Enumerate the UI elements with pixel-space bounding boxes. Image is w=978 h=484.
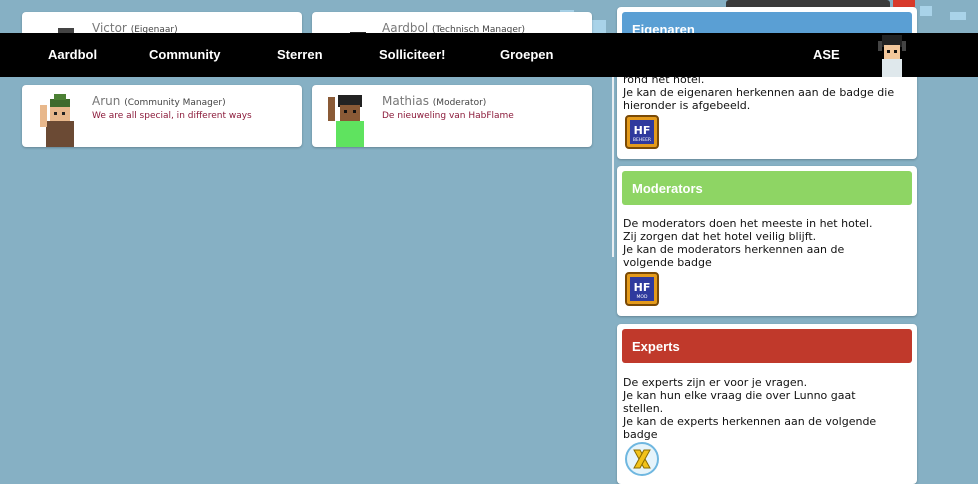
moderators-panel-text: De moderators doen het meeste in het hot… — [623, 217, 873, 269]
experts-panel: Experts De experts zijn er voor je vrage… — [617, 324, 917, 484]
nav-item-community[interactable]: Community — [149, 47, 221, 62]
svg-text:BEHEER: BEHEER — [633, 137, 651, 143]
expert-badge-icon — [625, 442, 659, 476]
user-avatar[interactable] — [872, 33, 912, 77]
nav-item-aardbol[interactable]: Aardbol — [48, 47, 97, 62]
staff-name: Arun (Community Manager) — [92, 94, 226, 108]
moderator-badge-icon: HF MOD — [625, 272, 659, 306]
owners-panel: Eigenaren rond het hotel. Je kan de eige… — [617, 7, 917, 159]
staff-name: Mathias (Moderator) — [382, 94, 487, 108]
moderators-panel-title: Moderators — [622, 171, 912, 205]
moderators-panel: Moderators De moderators doen het meeste… — [617, 166, 917, 316]
nav-user-name[interactable]: ASE — [813, 47, 840, 62]
experts-panel-text: De experts zijn er voor je vragen. Je ka… — [623, 376, 877, 441]
avatar — [328, 95, 364, 147]
nav-item-groepen[interactable]: Groepen — [500, 47, 553, 62]
owners-panel-text: rond het hotel. Je kan de eigenaren herk… — [623, 73, 895, 112]
nav-item-solliciteer[interactable]: Solliciteer! — [379, 47, 445, 62]
experts-panel-title: Experts — [622, 329, 912, 363]
avatar — [40, 94, 74, 147]
main-navbar: Aardbol Community Sterren Solliciteer! G… — [0, 33, 978, 77]
staff-card[interactable]: Arun (Community Manager) We are all spec… — [22, 85, 302, 147]
nav-item-sterren[interactable]: Sterren — [277, 47, 323, 62]
staff-card[interactable]: Mathias (Moderator) De nieuweling van Ha… — [312, 85, 592, 147]
staff-motto: De nieuweling van HabFlame — [382, 111, 514, 121]
svg-text:MOD: MOD — [637, 294, 648, 300]
divider — [612, 77, 614, 257]
svg-text:HF: HF — [634, 124, 651, 137]
owner-badge-icon: HF BEHEER — [625, 115, 659, 149]
staff-motto: We are all special, in different ways — [92, 111, 252, 121]
svg-text:HF: HF — [634, 281, 651, 294]
